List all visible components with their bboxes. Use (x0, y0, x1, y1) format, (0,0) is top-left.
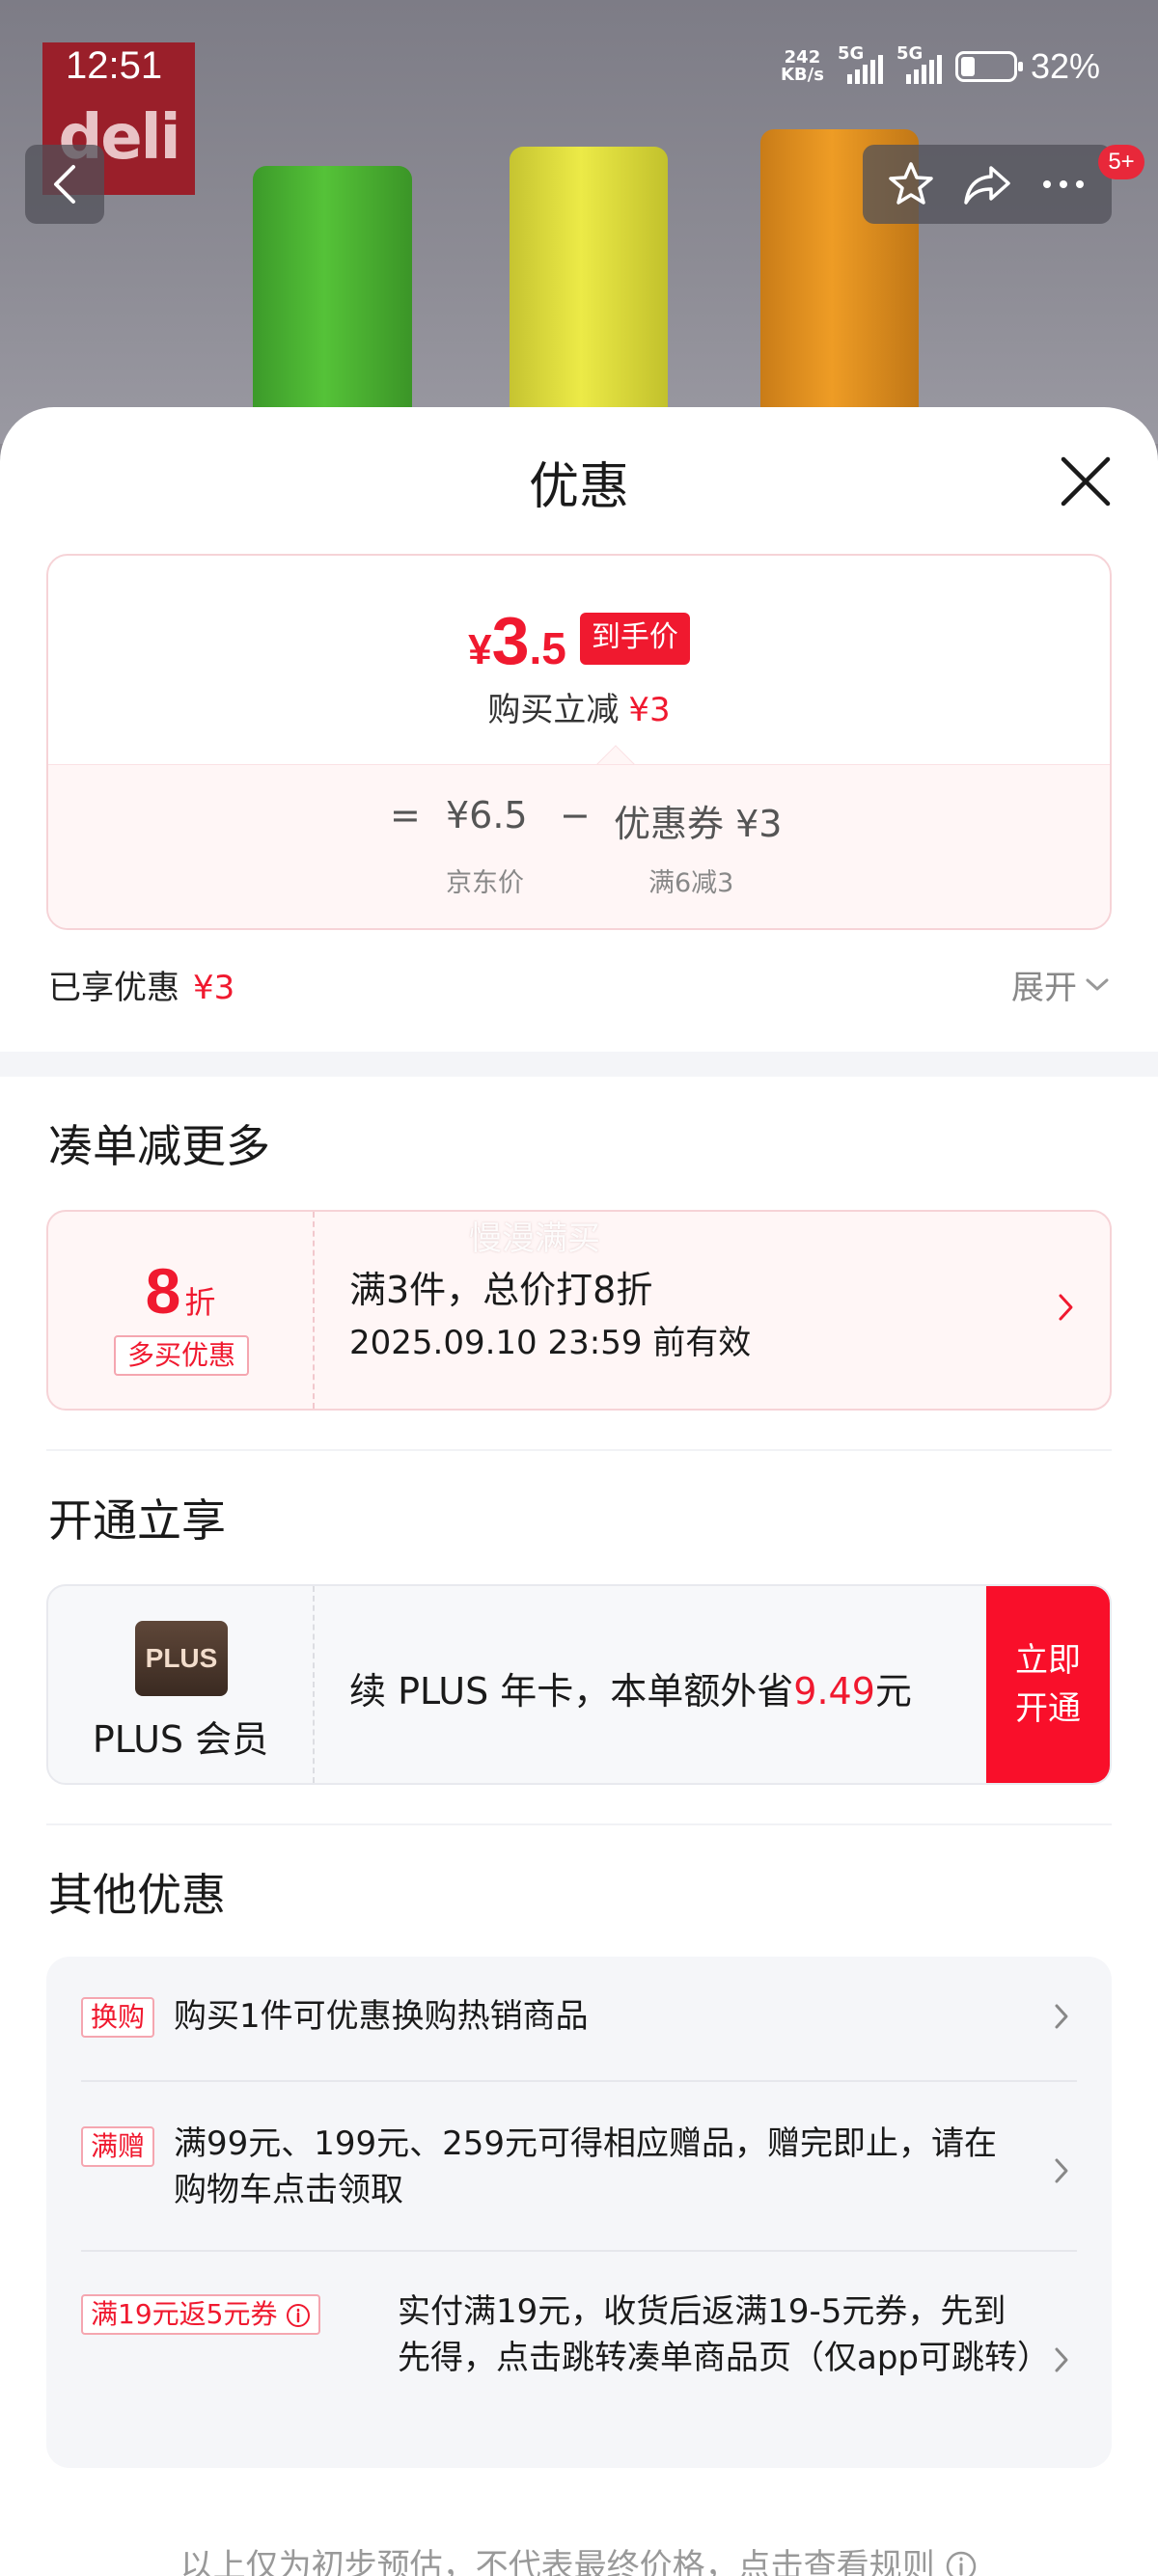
plus-offer-suffix: 元 (874, 1670, 912, 1713)
expand-toggle[interactable]: 展开 (1011, 961, 1110, 1008)
plus-section-title: 开通立享 (48, 1494, 226, 1547)
status-bar: 12:51 242 KB/s 5G 5G 32% (0, 0, 1158, 135)
other-offers-list: 换购 购买1件可优惠换购热销商品 满赠 满99元、199元、259元可得相应赠品… (46, 1957, 1112, 2468)
more-dots-icon (1043, 180, 1085, 188)
discount-value-panel: 8折 多买优惠 (48, 1212, 315, 1409)
offer-item-trade-in[interactable]: 换购 购买1件可优惠换购热销商品 (81, 1991, 1077, 2053)
chevron-right-icon (1055, 2158, 1068, 2183)
network-speed: 242 KB/s (781, 49, 824, 84)
chevron-right-icon (1058, 1293, 1075, 1326)
signal-5g-2: 5G (896, 43, 942, 84)
jd-price-label: 京东价 (446, 868, 524, 898)
chevron-right-icon (1055, 2347, 1068, 2372)
offer-item-coupon-return[interactable]: 满19元返5元券 实付满19元，收货后返满19-5元券，先到先得，点击跳转凑单商… (81, 2288, 1077, 2433)
plus-membership-card: PLUS PLUS 会员 续 PLUS 年卡，本单额外省9.49元 立即开通 (46, 1584, 1112, 1785)
info-icon (287, 2304, 311, 2327)
coupon-amount: 优惠券 ¥3 (614, 803, 783, 845)
discount-number: 8 (145, 1255, 181, 1327)
disclaimer-text: 以上仅为初步预估，不代表最终价格，点击查看规则 (179, 2547, 935, 2576)
combo-section-title: 凑单减更多 (48, 1120, 270, 1172)
minus-sign: − (560, 794, 591, 836)
discount-expiry: 2025.09.10 23:59 前有效 (349, 1324, 752, 1362)
price-integer: 3 (491, 603, 530, 678)
activate-plus-button[interactable]: 立即 开通 (986, 1586, 1110, 1783)
offer-tag: 换购 (81, 1997, 155, 2038)
plus-offer-text: 续 PLUS 年卡，本单额外省9.49元 (349, 1661, 912, 1714)
plus-member-label: PLUS 会员 (92, 1718, 269, 1761)
signal-5g-1: 5G (838, 43, 883, 84)
offer-tag: 满19元返5元券 (81, 2294, 321, 2335)
coupon-condition: 满6减3 (648, 868, 734, 898)
share-icon (964, 166, 1010, 205)
close-icon (1061, 456, 1111, 507)
offer-divider (81, 2250, 1077, 2252)
favorite-button[interactable] (877, 151, 945, 218)
back-button[interactable] (25, 145, 104, 224)
final-price: ¥3.5 到手价 (48, 602, 1110, 679)
status-time: 12:51 (66, 44, 163, 87)
discount-value: 8折 (48, 1254, 313, 1328)
divider (46, 1823, 1112, 1825)
plus-offer-prefix: 续 PLUS 年卡，本单额外省 (349, 1670, 794, 1713)
final-price-area: ¥3.5 到手价 购买立减 ¥3 (48, 556, 1110, 764)
chevron-left-icon (54, 165, 75, 204)
price-breakdown-card: ¥3.5 到手价 购买立减 ¥3 = ¥6.5 − 优惠券 ¥3 京东价 满6减3 (46, 554, 1112, 930)
info-icon (947, 2551, 977, 2576)
status-indicators: 242 KB/s 5G 5G 32% (781, 43, 1100, 87)
battery-icon (954, 51, 1023, 82)
enjoyed-label: 已享优惠 (48, 969, 179, 1007)
expand-label: 展开 (1011, 969, 1077, 1007)
offer-item-gift[interactable]: 满赠 满99元、199元、259元可得相应赠品，赠完即止，请在购物车点击领取 (81, 2121, 1077, 2227)
offer-text: 购买1件可优惠换购热销商品 (174, 1997, 589, 2036)
other-section-title: 其他优惠 (48, 1869, 226, 1921)
sheet-title: 优惠 (528, 458, 629, 516)
star-icon (888, 162, 933, 205)
close-button[interactable] (1058, 453, 1114, 509)
activate-label-1: 立即 (1015, 1641, 1081, 1680)
net-label-2: 5G (896, 43, 924, 64)
enjoyed-value: ¥3 (193, 969, 235, 1007)
offer-text: 实付满19元，收货后返满19-5元券，先到先得，点击跳转凑单商品页（仅app可跳… (398, 2292, 1050, 2377)
plus-saving-amount: 9.49 (793, 1670, 875, 1713)
price-formula: = ¥6.5 − 优惠券 ¥3 京东价 满6减3 (48, 764, 1110, 928)
battery-percent: 32% (1030, 46, 1100, 86)
section-divider (0, 1052, 1158, 1077)
more-button[interactable] (1030, 151, 1097, 218)
offer-tag: 满赠 (81, 2126, 155, 2167)
reduction-label: 购买立减 (487, 691, 620, 729)
final-price-tag: 到手价 (579, 613, 690, 665)
equals-sign: = (390, 794, 421, 836)
discount-unit: 折 (184, 1284, 216, 1321)
watermark-text: 慢漫满买 (469, 1219, 600, 1258)
instant-reduction: 购买立减 ¥3 (48, 683, 1110, 730)
reduction-value: ¥3 (628, 691, 671, 729)
notification-badge: 5+ (1098, 145, 1144, 179)
activate-label-2: 开通 (1015, 1689, 1081, 1728)
chevron-down-icon (1086, 978, 1109, 990)
price-disclaimer[interactable]: 以上仅为初步预估，不代表最终价格，点击查看规则 (0, 2539, 1158, 2576)
discount-rule: 满3件，总价打8折 (349, 1269, 653, 1311)
top-action-group (863, 145, 1112, 224)
green-marker-image (253, 166, 412, 444)
multi-buy-tag: 多买优惠 (114, 1335, 249, 1376)
offer-text: 满99元、199元、259元可得相应赠品，赠完即止，请在购物车点击领取 (174, 2124, 998, 2209)
plus-logo: PLUS (135, 1621, 228, 1696)
enjoyed-discount: 已享优惠 ¥3 (48, 961, 234, 1008)
plus-brand-panel: PLUS PLUS 会员 (48, 1586, 315, 1783)
net-label-1: 5G (837, 43, 865, 64)
price-decimal: .5 (529, 623, 566, 673)
offer-divider (81, 2080, 1077, 2082)
divider (46, 1449, 1112, 1451)
offer-tag-text: 满19元返5元券 (91, 2298, 278, 2330)
currency-symbol: ¥ (468, 626, 492, 673)
jd-price: ¥6.5 (446, 794, 528, 836)
chevron-right-icon (1055, 2004, 1068, 2029)
share-button[interactable] (953, 151, 1021, 218)
network-speed-unit: KB/s (780, 65, 824, 85)
yellow-marker-image (510, 147, 668, 444)
